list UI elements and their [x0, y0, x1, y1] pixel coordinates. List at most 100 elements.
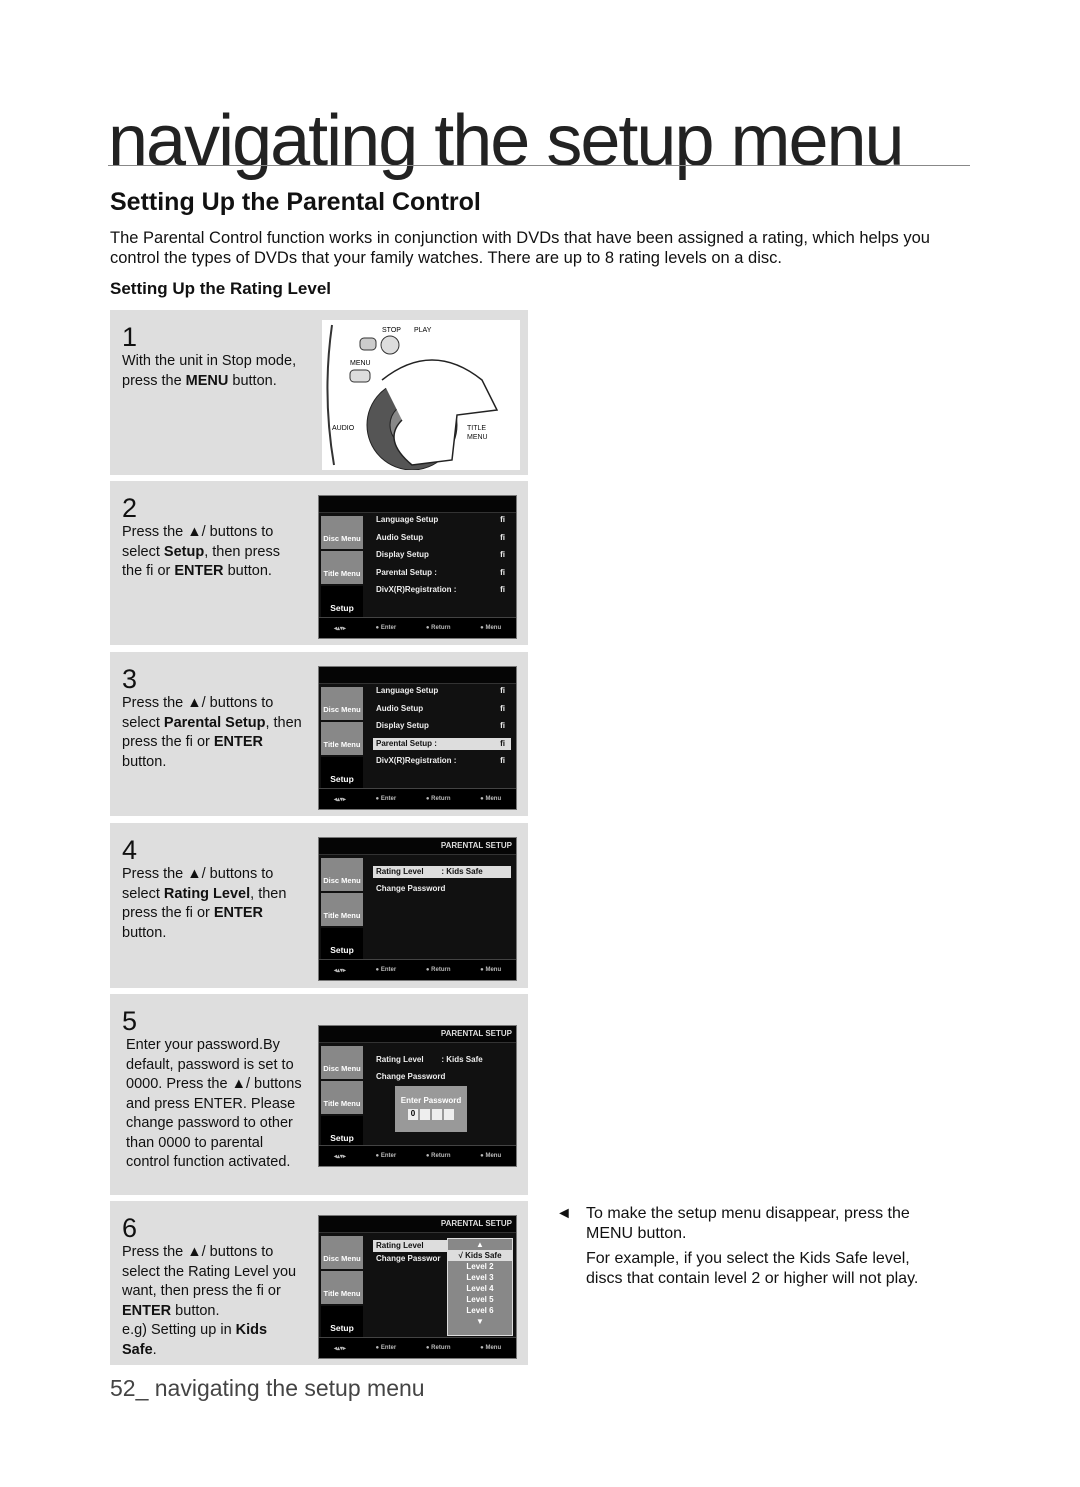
side-tab-disc-menu: Disc Menu: [321, 1236, 363, 1269]
side-tab-title-menu: Title Menu: [321, 893, 363, 926]
menu-item: Display Setup ﬁ: [376, 550, 505, 559]
side-tab-disc-menu: Disc Menu: [321, 516, 363, 549]
menu-item: DivX(R)Registration :ﬁ: [376, 585, 505, 594]
rating-option: Level 3: [466, 1273, 494, 1282]
dvd-setup-screen: PARENTAL SETUP Disc Menu Title Menu Setup Ra…: [318, 1025, 517, 1167]
dvd-setup-screen: PARENTAL SETUP Disc Menu Title Menu Setup Ra…: [318, 837, 517, 981]
arrow-right-icon: ﬁ: [500, 686, 505, 695]
play-label: PLAY: [414, 327, 432, 334]
navigation-arrows-icon: ◂▴▾▸: [333, 796, 346, 803]
footer-enter: ● Enter: [375, 1153, 397, 1159]
menu-item: DivX(R)Registration :ﬁ: [376, 756, 505, 765]
menu-item-rating-level: Rating Level : Kids Safe: [373, 866, 511, 878]
menu-item: Audio Setup ﬁ: [376, 703, 505, 713]
subsection-title: Setting Up the Rating Level: [110, 279, 332, 298]
screen-footer-bar: ◂▴▾▸ ● Enter ● Return ● Menu: [319, 617, 516, 638]
step-5: 5 Enter your password.By default, passwor…: [110, 994, 528, 1195]
password-blank: [420, 1109, 430, 1120]
menu-item-change-password: Change Password: [376, 1072, 446, 1081]
menu-item: Audio Setup ﬁ: [376, 532, 505, 542]
screen-title-bar: [319, 667, 516, 684]
step-number: 5: [122, 1006, 138, 1036]
screen-footer-bar: ◂▴▾▸ ● Enter ● Return ● Menu: [319, 1337, 516, 1358]
password-blank: [432, 1109, 442, 1120]
intro-paragraph: The Parental Control function works in c…: [110, 229, 930, 267]
screen-title-bar: PARENTAL SETUP: [319, 1026, 516, 1043]
step-2: 2 Press the ▲/ buttons to select Setup, t…: [110, 481, 528, 645]
password-digit: 0: [408, 1109, 418, 1120]
menu-item: Language Setup ﬁ: [376, 515, 505, 524]
step-instructions: Press the ▲/ buttons to select the Ratin…: [122, 1244, 297, 1358]
rating-option: Level 4: [466, 1284, 494, 1293]
footer-enter: ● Enter: [375, 625, 397, 631]
navigation-arrows-icon: ◂▴▾▸: [333, 1345, 346, 1352]
password-blank: [444, 1109, 454, 1120]
rating-option: Level 6: [466, 1306, 494, 1315]
step-number: 4: [122, 835, 138, 865]
step-instructions: Press the ▲/ buttons to select Setup, th…: [122, 524, 280, 579]
step-instructions: Enter your password.By default, password…: [126, 1037, 302, 1170]
screen-title-bar: PARENTAL SETUP: [319, 1216, 516, 1233]
dvd-setup-screen: Disc Menu Title Menu Setup Language Setup ﬁ A…: [318, 495, 517, 639]
step-number: 2: [122, 493, 138, 523]
navigation-arrows-icon: ◂▴▾▸: [333, 967, 346, 974]
step-instructions: Press the ▲/ buttons to select Rating Le…: [122, 866, 287, 941]
footer-menu: ● Menu: [480, 967, 502, 973]
section-title: Setting Up the Parental Control: [110, 188, 481, 216]
arrow-right-icon: ﬁ: [500, 738, 505, 748]
screen-footer-bar: ◂▴▾▸ ● Enter ● Return ● Menu: [319, 788, 516, 809]
navigation-arrows-icon: ◂▴▾▸: [333, 625, 346, 632]
side-tab-setup: Setup: [321, 586, 363, 619]
step-4: 4 Press the ▲/ buttons to select Rating L…: [110, 823, 528, 988]
arrow-right-icon: ﬁ: [500, 567, 505, 577]
dvd-setup-screen: PARENTAL SETUP Disc Menu Title Menu Setup Ra…: [318, 1215, 517, 1359]
side-tab-setup: Setup: [321, 757, 363, 790]
arrow-right-icon: ﬁ: [500, 515, 505, 524]
remote-control-illustration: STOP PLAY MENU AUDIO TITLE MENU: [322, 320, 520, 470]
page-title: navigating the setup menu: [108, 101, 905, 181]
arrow-right-icon: ﬁ: [500, 721, 505, 730]
side-tab-title-menu: Title Menu: [321, 1271, 363, 1304]
footer-return: ● Return: [425, 796, 451, 802]
footer-menu: ● Menu: [480, 1153, 502, 1159]
menu-item-rating-level: Rating Level : Kids Safe: [376, 1055, 483, 1064]
arrow-right-icon: ﬁ: [500, 756, 505, 765]
note-line-2: For example, if you select the Kids Safe…: [586, 1250, 919, 1287]
menu-item: Parental Setup :ﬁ: [376, 567, 505, 577]
side-tab-setup: Setup: [321, 928, 363, 961]
side-tab-setup: Setup: [321, 1306, 363, 1339]
step-3: 3 Press the ▲/ buttons to select Parental…: [110, 652, 528, 816]
password-input: 0: [395, 1109, 467, 1120]
title-menu-label: MENU: [467, 434, 488, 441]
arrow-right-icon: ﬁ: [500, 585, 505, 594]
menu-item: Parental Setup :ﬁ: [373, 737, 511, 750]
menu-item: Language Setup ﬁ: [376, 686, 505, 695]
rating-option: Level 2: [466, 1262, 494, 1271]
side-tab-disc-menu: Disc Menu: [321, 858, 363, 891]
step-1: STOP PLAY MENU AUDIO TITLE MENU 1 With th…: [110, 310, 528, 475]
rating-level-dropdown: ▲ √ Kids Safe Level 2 Level 3 Level 4 Level 5…: [447, 1238, 513, 1336]
side-tab-title-menu: Title Menu: [321, 551, 363, 584]
footer-enter: ● Enter: [375, 796, 397, 802]
note: ◄ To make the setup menu disappear, pres…: [556, 1204, 936, 1288]
enter-password-dialog: Enter Password 0: [395, 1086, 467, 1132]
screen-title-bar: PARENTAL SETUP: [319, 838, 516, 855]
step-instructions: Press the ▲/ buttons to select Parental …: [122, 695, 302, 770]
footer-menu: ● Menu: [480, 796, 502, 802]
step-instructions: With the unit in Stop mode, press the ME…: [122, 353, 297, 389]
step-number: 6: [122, 1213, 138, 1243]
arrow-right-icon: ﬁ: [500, 703, 505, 713]
menu-label: MENU: [350, 360, 371, 367]
title-label: TITLE: [467, 425, 486, 432]
footer-enter: ● Enter: [375, 1345, 397, 1351]
footer-menu: ● Menu: [480, 625, 502, 631]
arrow-right-icon: ﬁ: [500, 550, 505, 559]
screen-footer-bar: ◂▴▾▸ ● Enter ● Return ● Menu: [319, 1145, 516, 1166]
title-divider: [108, 165, 970, 166]
scroll-down-icon: ▼: [476, 1317, 484, 1326]
screen-title-bar: [319, 496, 516, 513]
page-footer: 52_ navigating the setup menu: [110, 1375, 425, 1401]
step-number: 1: [122, 322, 138, 352]
side-tab-disc-menu: Disc Menu: [321, 1046, 363, 1079]
bullet-arrow-icon: ◄: [556, 1205, 572, 1222]
